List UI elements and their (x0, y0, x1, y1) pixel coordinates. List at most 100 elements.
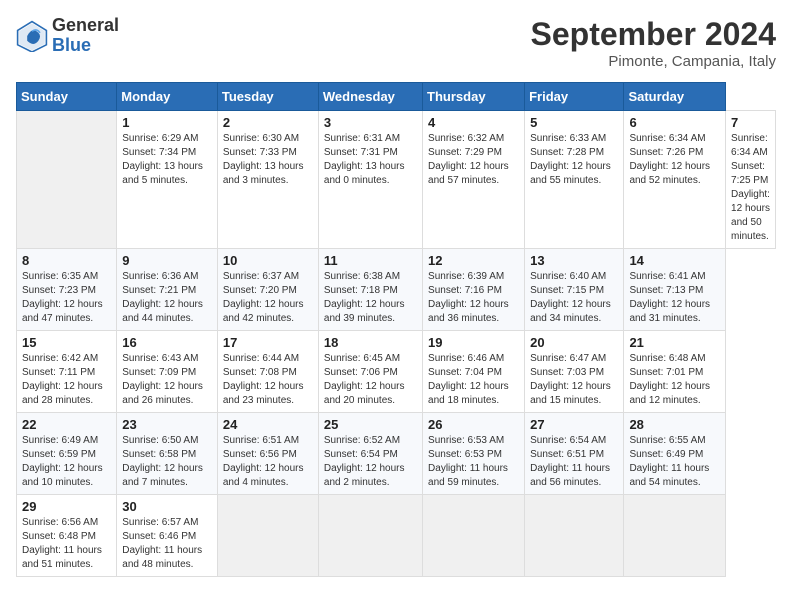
calendar-cell: 22 Sunrise: 6:49 AMSunset: 6:59 PMDayligh… (17, 413, 117, 495)
page-header: General Blue September 2024 Pimonte, Cam… (16, 16, 776, 70)
day-info: Sunrise: 6:55 AMSunset: 6:49 PMDaylight:… (629, 434, 720, 490)
logo-icon (16, 20, 48, 52)
weekday-header-monday: Monday (117, 83, 218, 111)
calendar-cell: 25 Sunrise: 6:52 AMSunset: 6:54 PMDayligh… (318, 413, 422, 495)
logo-text: General Blue (52, 16, 119, 56)
day-number: 22 (22, 417, 111, 432)
day-number: 17 (223, 335, 313, 350)
logo: General Blue (16, 16, 119, 56)
calendar-cell: 15 Sunrise: 6:42 AMSunset: 7:11 PMDayligh… (17, 331, 117, 413)
day-number: 28 (629, 417, 720, 432)
calendar-week-row: 1 Sunrise: 6:29 AMSunset: 7:34 PMDaylight… (17, 111, 776, 249)
calendar-cell: 18 Sunrise: 6:45 AMSunset: 7:06 PMDayligh… (318, 331, 422, 413)
calendar-cell (423, 495, 525, 577)
day-number: 24 (223, 417, 313, 432)
day-info: Sunrise: 6:54 AMSunset: 6:51 PMDaylight:… (530, 434, 618, 490)
day-number: 20 (530, 335, 618, 350)
day-info: Sunrise: 6:33 AMSunset: 7:28 PMDaylight:… (530, 132, 618, 188)
calendar-cell (318, 495, 422, 577)
calendar-cell: 6 Sunrise: 6:34 AMSunset: 7:26 PMDaylight… (624, 111, 726, 249)
day-info: Sunrise: 6:51 AMSunset: 6:56 PMDaylight:… (223, 434, 313, 490)
day-info: Sunrise: 6:43 AMSunset: 7:09 PMDaylight:… (122, 352, 212, 408)
day-info: Sunrise: 6:57 AMSunset: 6:46 PMDaylight:… (122, 516, 212, 572)
day-number: 3 (324, 115, 417, 130)
day-info: Sunrise: 6:48 AMSunset: 7:01 PMDaylight:… (629, 352, 720, 408)
calendar-header-row: SundayMondayTuesdayWednesdayThursdayFrid… (17, 83, 776, 111)
calendar-cell: 28 Sunrise: 6:55 AMSunset: 6:49 PMDayligh… (624, 413, 726, 495)
day-info: Sunrise: 6:42 AMSunset: 7:11 PMDaylight:… (22, 352, 111, 408)
day-number: 10 (223, 253, 313, 268)
day-info: Sunrise: 6:40 AMSunset: 7:15 PMDaylight:… (530, 270, 618, 326)
day-info: Sunrise: 6:45 AMSunset: 7:06 PMDaylight:… (324, 352, 417, 408)
calendar-week-row: 15 Sunrise: 6:42 AMSunset: 7:11 PMDayligh… (17, 331, 776, 413)
day-number: 1 (122, 115, 212, 130)
calendar-cell: 26 Sunrise: 6:53 AMSunset: 6:53 PMDayligh… (423, 413, 525, 495)
calendar-cell (525, 495, 624, 577)
day-info: Sunrise: 6:50 AMSunset: 6:58 PMDaylight:… (122, 434, 212, 490)
day-info: Sunrise: 6:47 AMSunset: 7:03 PMDaylight:… (530, 352, 618, 408)
day-number: 18 (324, 335, 417, 350)
day-number: 14 (629, 253, 720, 268)
calendar-cell: 16Sunrise: 6:43 AMSunset: 7:09 PMDayligh… (117, 331, 218, 413)
calendar-cell: 23 Sunrise: 6:50 AMSunset: 6:58 PMDayligh… (117, 413, 218, 495)
day-info: Sunrise: 6:37 AMSunset: 7:20 PMDaylight:… (223, 270, 313, 326)
day-number: 7 (731, 115, 770, 130)
day-info: Sunrise: 6:34 AMSunset: 7:26 PMDaylight:… (629, 132, 720, 188)
calendar-table: SundayMondayTuesdayWednesdayThursdayFrid… (16, 82, 776, 577)
day-info: Sunrise: 6:39 AMSunset: 7:16 PMDaylight:… (428, 270, 519, 326)
weekday-header-sunday: Sunday (17, 83, 117, 111)
day-number: 27 (530, 417, 618, 432)
calendar-cell: 3 Sunrise: 6:31 AMSunset: 7:31 PMDaylight… (318, 111, 422, 249)
day-info: Sunrise: 6:31 AMSunset: 7:31 PMDaylight:… (324, 132, 417, 188)
day-info: Sunrise: 6:49 AMSunset: 6:59 PMDaylight:… (22, 434, 111, 490)
calendar-cell: 20 Sunrise: 6:47 AMSunset: 7:03 PMDayligh… (525, 331, 624, 413)
day-number: 25 (324, 417, 417, 432)
day-number: 26 (428, 417, 519, 432)
calendar-cell: 2Sunrise: 6:30 AMSunset: 7:33 PMDaylight… (217, 111, 318, 249)
calendar-cell: 21 Sunrise: 6:48 AMSunset: 7:01 PMDayligh… (624, 331, 726, 413)
day-number: 15 (22, 335, 111, 350)
calendar-cell: 10 Sunrise: 6:37 AMSunset: 7:20 PMDayligh… (217, 249, 318, 331)
day-number: 30 (122, 499, 212, 514)
calendar-cell: 8Sunrise: 6:35 AMSunset: 7:23 PMDaylight… (17, 249, 117, 331)
day-info: Sunrise: 6:56 AMSunset: 6:48 PMDaylight:… (22, 516, 111, 572)
day-number: 2 (223, 115, 313, 130)
day-info: Sunrise: 6:44 AMSunset: 7:08 PMDaylight:… (223, 352, 313, 408)
calendar-cell: 19 Sunrise: 6:46 AMSunset: 7:04 PMDayligh… (423, 331, 525, 413)
day-number: 9 (122, 253, 212, 268)
day-info: Sunrise: 6:35 AMSunset: 7:23 PMDaylight:… (22, 270, 111, 326)
calendar-cell (17, 111, 117, 249)
day-number: 21 (629, 335, 720, 350)
calendar-cell (217, 495, 318, 577)
calendar-cell: 7Sunrise: 6:34 AMSunset: 7:25 PMDaylight… (726, 111, 776, 249)
calendar-cell: 1 Sunrise: 6:29 AMSunset: 7:34 PMDaylight… (117, 111, 218, 249)
day-number: 13 (530, 253, 618, 268)
day-info: Sunrise: 6:36 AMSunset: 7:21 PMDaylight:… (122, 270, 212, 326)
calendar-cell: 14Sunrise: 6:41 AMSunset: 7:13 PMDayligh… (624, 249, 726, 331)
day-info: Sunrise: 6:38 AMSunset: 7:18 PMDaylight:… (324, 270, 417, 326)
calendar-week-row: 22 Sunrise: 6:49 AMSunset: 6:59 PMDayligh… (17, 413, 776, 495)
calendar-cell (624, 495, 726, 577)
weekday-header-tuesday: Tuesday (217, 83, 318, 111)
day-number: 4 (428, 115, 519, 130)
calendar-cell: 30 Sunrise: 6:57 AMSunset: 6:46 PMDayligh… (117, 495, 218, 577)
logo-blue: Blue (52, 36, 119, 56)
day-number: 6 (629, 115, 720, 130)
calendar-cell: 17 Sunrise: 6:44 AMSunset: 7:08 PMDayligh… (217, 331, 318, 413)
day-info: Sunrise: 6:52 AMSunset: 6:54 PMDaylight:… (324, 434, 417, 490)
weekday-header-friday: Friday (525, 83, 624, 111)
calendar-cell: 27 Sunrise: 6:54 AMSunset: 6:51 PMDayligh… (525, 413, 624, 495)
calendar-cell: 5Sunrise: 6:33 AMSunset: 7:28 PMDaylight… (525, 111, 624, 249)
logo-general: General (52, 16, 119, 36)
day-number: 29 (22, 499, 111, 514)
day-info: Sunrise: 6:53 AMSunset: 6:53 PMDaylight:… (428, 434, 519, 490)
calendar-cell: 11 Sunrise: 6:38 AMSunset: 7:18 PMDayligh… (318, 249, 422, 331)
day-info: Sunrise: 6:46 AMSunset: 7:04 PMDaylight:… (428, 352, 519, 408)
day-number: 11 (324, 253, 417, 268)
calendar-cell: 24 Sunrise: 6:51 AMSunset: 6:56 PMDayligh… (217, 413, 318, 495)
day-number: 19 (428, 335, 519, 350)
weekday-header-saturday: Saturday (624, 83, 726, 111)
day-info: Sunrise: 6:29 AMSunset: 7:34 PMDaylight:… (122, 132, 212, 188)
weekday-header-wednesday: Wednesday (318, 83, 422, 111)
day-number: 23 (122, 417, 212, 432)
